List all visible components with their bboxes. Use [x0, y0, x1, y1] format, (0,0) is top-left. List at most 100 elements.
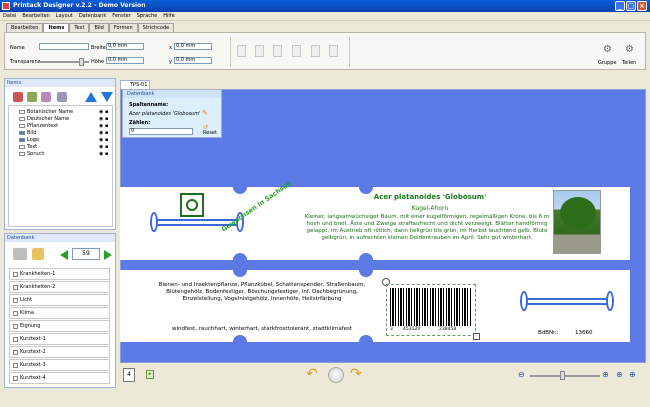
- tree-item[interactable]: Deutscher Name: [19, 116, 69, 122]
- database-field-row[interactable]: Klima: [9, 307, 110, 319]
- delete-item-icon[interactable]: [57, 92, 67, 102]
- database-field-row[interactable]: Eignung: [9, 320, 110, 332]
- rotate-right-icon[interactable]: ↷: [350, 367, 362, 381]
- field-checkbox[interactable]: [13, 298, 18, 303]
- visibility-lock-icon[interactable]: ◉ ▪: [99, 123, 113, 129]
- resize-handle[interactable]: [473, 333, 480, 340]
- zoom-page-icon[interactable]: ⊕: [629, 370, 636, 379]
- zoom-slider-handle[interactable]: [560, 371, 565, 380]
- align-center-icon[interactable]: [255, 45, 264, 57]
- menu-bearbeiten[interactable]: Bearbeiten: [19, 12, 52, 21]
- plant-label-back[interactable]: Bienen- und Insektenpflanze, Pflanzkübel…: [120, 263, 630, 349]
- reset-button[interactable]: Reset: [203, 130, 217, 136]
- visibility-lock-icon[interactable]: ◉ ▪: [99, 116, 113, 122]
- tree-item[interactable]: Pflanzentext: [19, 123, 58, 129]
- logo-image[interactable]: [180, 193, 204, 217]
- zoom-in-icon[interactable]: ⊕: [602, 370, 609, 379]
- tab-formen[interactable]: Formen: [108, 23, 138, 32]
- page-counter[interactable]: 4: [123, 368, 135, 382]
- next-page-icon[interactable]: ▸: [146, 370, 154, 379]
- menu-datei[interactable]: Datei: [0, 12, 19, 21]
- align-right-icon[interactable]: [273, 45, 282, 57]
- database-field-row[interactable]: Kurztext-2: [9, 346, 110, 358]
- minimize-icon[interactable]: _: [615, 1, 625, 11]
- pencil-icon[interactable]: ✎: [202, 109, 208, 117]
- close-icon[interactable]: ×: [637, 1, 647, 11]
- tree-item[interactable]: Spruch: [19, 151, 45, 157]
- field-checkbox[interactable]: [13, 285, 18, 290]
- tree-item[interactable]: Botanischer Name: [19, 109, 73, 115]
- menu-sprache[interactable]: Sprache: [134, 12, 160, 21]
- article-number-value[interactable]: 13660: [575, 330, 593, 336]
- height-field[interactable]: 0,0 mm: [106, 57, 144, 64]
- x-field[interactable]: 0,0 mm: [174, 43, 212, 50]
- zoom-out-icon[interactable]: ⊖: [518, 370, 525, 379]
- origin-stamp[interactable]: Gewachsen in Sachsen: [220, 179, 293, 233]
- menu-layout[interactable]: Layout: [53, 12, 76, 21]
- hardiness-text[interactable]: windfest, rauchhart, winterhart, starkfr…: [150, 326, 374, 332]
- tab-strichcode[interactable]: Strichcode: [137, 23, 175, 32]
- database-field-row[interactable]: Kurztext-3: [9, 359, 110, 371]
- center-view-icon[interactable]: [328, 367, 344, 383]
- align-bottom-icon[interactable]: [329, 45, 338, 57]
- plant-description[interactable]: Kleiner, langsamwüchsiger Baum, mit eine…: [298, 214, 556, 242]
- database-field-row[interactable]: Kurztext-4: [9, 372, 110, 384]
- menu-datenbank[interactable]: Datenbank: [76, 12, 109, 21]
- next-record-icon[interactable]: [104, 250, 112, 260]
- tab-bild[interactable]: Bild: [89, 23, 109, 32]
- tree-item[interactable]: Logo: [19, 137, 39, 143]
- common-name[interactable]: Kugel-Ahorn: [320, 205, 540, 212]
- add-item-icon[interactable]: [13, 92, 23, 102]
- database-field-row[interactable]: Krankheiten-1: [9, 268, 110, 280]
- align-middle-icon[interactable]: [311, 45, 320, 57]
- y-field[interactable]: 0,0 mm: [174, 57, 212, 64]
- document-tab[interactable]: TPS-01: [120, 80, 150, 89]
- paste-item-icon[interactable]: [41, 92, 51, 102]
- database-field-row[interactable]: Krankheiten-2: [9, 281, 110, 293]
- zoom-fit-icon[interactable]: ⊕: [616, 370, 623, 379]
- plant-photo[interactable]: [553, 190, 601, 254]
- barcode[interactable]: [390, 288, 472, 326]
- zoom-slider[interactable]: [530, 375, 600, 377]
- previous-record-icon[interactable]: [60, 250, 68, 260]
- align-left-icon[interactable]: [237, 45, 246, 57]
- visibility-lock-icon[interactable]: ◉ ▪: [99, 144, 113, 150]
- tab-text[interactable]: Text: [69, 23, 90, 32]
- rotate-left-icon[interactable]: ↶: [306, 367, 318, 381]
- move-up-icon[interactable]: [85, 92, 97, 102]
- visibility-lock-icon[interactable]: ◉ ▪: [99, 151, 113, 157]
- width-field[interactable]: 0,0 mm: [106, 43, 144, 50]
- tab-items[interactable]: Items: [43, 23, 70, 32]
- database-icon[interactable]: [13, 248, 27, 260]
- field-checkbox[interactable]: [13, 350, 18, 355]
- move-down-icon[interactable]: [101, 92, 113, 102]
- record-number-field[interactable]: 59: [72, 248, 100, 260]
- field-checkbox[interactable]: [13, 272, 18, 277]
- group-icon[interactable]: ⚙: [603, 44, 614, 55]
- field-checkbox[interactable]: [13, 376, 18, 381]
- maximize-icon[interactable]: □: [626, 1, 636, 11]
- counter-field[interactable]: 0: [129, 128, 193, 135]
- botanical-name[interactable]: Acer platanoides 'Globosum': [320, 193, 540, 201]
- tab-bearbeiten[interactable]: Bearbeiten: [6, 23, 44, 32]
- database-edit-icon[interactable]: [32, 248, 44, 260]
- field-checkbox[interactable]: [13, 363, 18, 368]
- menu-fenster[interactable]: Fenster: [109, 12, 134, 21]
- field-checkbox[interactable]: [13, 311, 18, 316]
- tree-item[interactable]: Bild: [19, 130, 36, 136]
- menu-hilfe[interactable]: Hilfe: [160, 12, 177, 21]
- align-top-icon[interactable]: [292, 45, 301, 57]
- copy-item-icon[interactable]: [27, 92, 37, 102]
- database-field-row[interactable]: Kurztext-1: [9, 333, 110, 345]
- plant-label-front[interactable]: Gewachsen in Sachsen Acer platanoides 'G…: [120, 179, 630, 267]
- visibility-lock-icon[interactable]: ◉ ▪: [99, 109, 113, 115]
- visibility-lock-icon[interactable]: ◉ ▪: [99, 137, 113, 143]
- split-icon[interactable]: ⚙: [625, 44, 636, 55]
- usage-text[interactable]: Bienen- und Insektenpflanze, Pflanzkübel…: [150, 282, 374, 303]
- field-checkbox[interactable]: [13, 337, 18, 342]
- tree-item[interactable]: Text: [19, 144, 37, 150]
- visibility-lock-icon[interactable]: ◉ ▪: [99, 130, 113, 136]
- field-checkbox[interactable]: [13, 324, 18, 329]
- name-input[interactable]: [39, 43, 89, 50]
- transparency-slider-handle[interactable]: [79, 58, 84, 66]
